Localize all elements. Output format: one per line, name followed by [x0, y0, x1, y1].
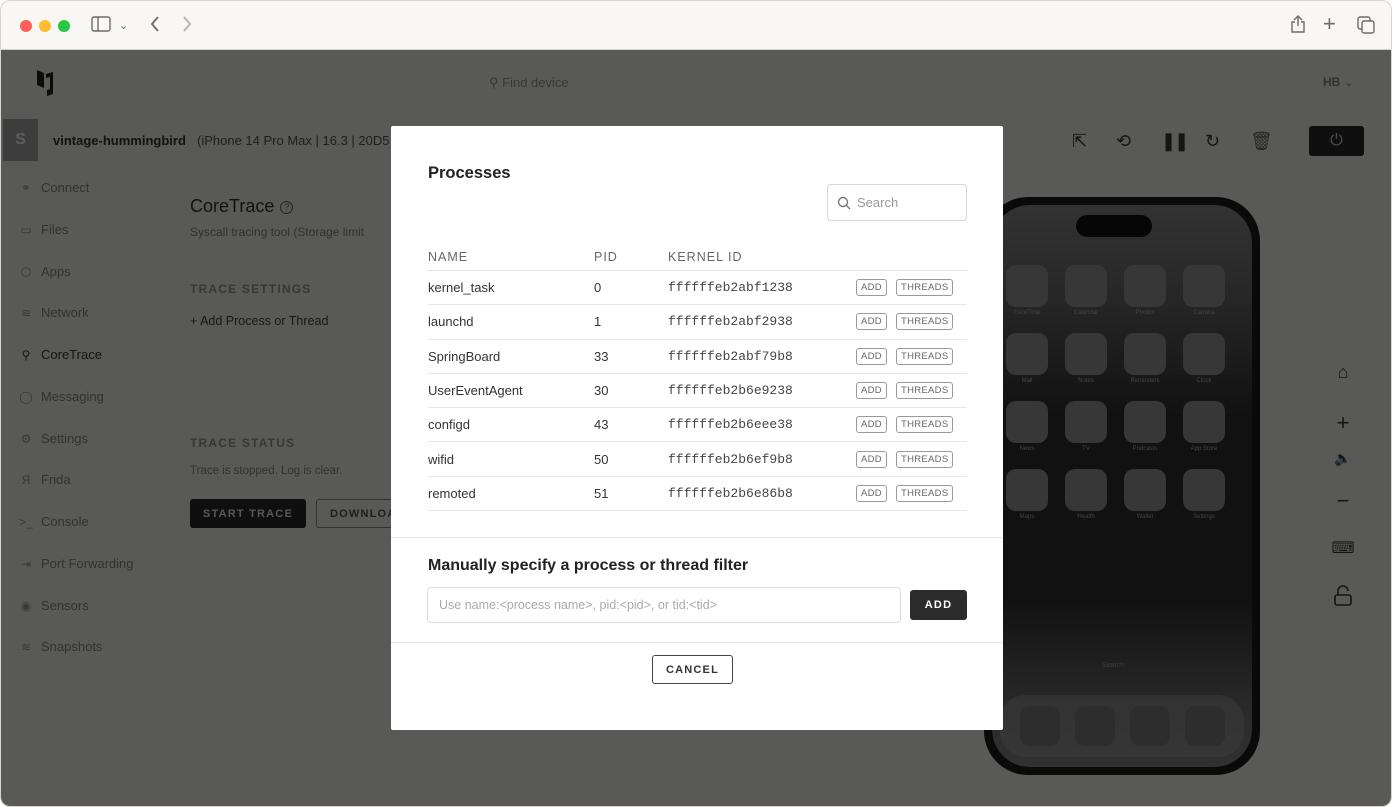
- table-row: wifid 50 ffffffeb2b6ef9b8 ADD THREADS: [428, 442, 967, 477]
- sidebar-icon[interactable]: [91, 16, 111, 36]
- process-table: NAME PID KERNEL ID kernel_task 0 ffffffeb2…: [428, 244, 967, 512]
- process-name: UserEventAgent: [428, 383, 523, 399]
- table-header: NAME PID KERNEL ID: [428, 244, 967, 271]
- add-process-button[interactable]: ADD: [856, 450, 887, 468]
- process-kernel-id: ffffffeb2b6e9238: [668, 383, 793, 399]
- table-row: UserEventAgent 30 ffffffeb2b6e9238 ADD THREA…: [428, 374, 967, 409]
- add-process-button[interactable]: ADD: [856, 382, 887, 400]
- share-icon[interactable]: [1290, 14, 1306, 38]
- process-search-input[interactable]: [857, 195, 957, 210]
- column-header-kernel-id: KERNEL ID: [668, 250, 743, 264]
- process-name: SpringBoard: [428, 348, 501, 364]
- divider: [391, 537, 1003, 538]
- back-icon[interactable]: [149, 15, 161, 37]
- process-name: wifid: [428, 451, 455, 467]
- process-name: kernel_task: [428, 280, 495, 296]
- processes-dialog: Processes NAME PID KERNEL ID kernel_task…: [391, 126, 1003, 730]
- add-process-button[interactable]: ADD: [856, 416, 887, 434]
- process-pid: 51: [594, 485, 609, 501]
- column-header-name: NAME: [428, 250, 469, 264]
- process-kernel-id: ffffffeb2abf2938: [668, 314, 793, 330]
- minimize-window-button[interactable]: [39, 20, 51, 32]
- maximize-window-button[interactable]: [58, 20, 70, 32]
- tabs-overview-icon[interactable]: [1357, 16, 1375, 38]
- browser-toolbar: ⌄ +: [1, 1, 1391, 50]
- process-kernel-id: ffffffeb2b6e86b8: [668, 485, 793, 501]
- table-row: launchd 1 ffffffeb2abf2938 ADD THREADS: [428, 305, 967, 340]
- threads-button[interactable]: THREADS: [895, 450, 954, 468]
- threads-button[interactable]: THREADS: [895, 484, 954, 502]
- process-pid: 30: [594, 383, 609, 399]
- search-icon: [837, 196, 851, 209]
- process-kernel-id: ffffffeb2abf1238: [668, 280, 793, 296]
- table-row: SpringBoard 33 ffffffeb2abf79b8 ADD THREADS: [428, 340, 967, 374]
- process-name: remoted: [428, 485, 476, 501]
- process-kernel-id: ffffffeb2b6eee38: [668, 417, 793, 433]
- process-name: configd: [428, 417, 470, 433]
- process-pid: 50: [594, 451, 609, 467]
- browser-window: ⌄ + ⚲ Find device HB ⌄ S vintage-humming…: [0, 0, 1392, 807]
- manual-filter-title: Manually specify a process or thread fil…: [428, 557, 749, 574]
- table-row: kernel_task 0 ffffffeb2abf1238 ADD THREADS: [428, 271, 967, 306]
- process-kernel-id: ffffffeb2abf79b8: [668, 348, 793, 364]
- table-row: remoted 51 ffffffeb2b6e86b8 ADD THREADS: [428, 477, 967, 512]
- threads-button[interactable]: THREADS: [895, 416, 954, 434]
- cancel-button[interactable]: CANCEL: [652, 655, 733, 684]
- threads-button[interactable]: THREADS: [895, 279, 954, 297]
- process-pid: 0: [594, 280, 602, 296]
- add-process-button[interactable]: ADD: [856, 347, 887, 365]
- threads-button[interactable]: THREADS: [895, 347, 954, 365]
- forward-icon[interactable]: [181, 15, 193, 37]
- table-row: configd 43 ffffffeb2b6eee38 ADD THREADS: [428, 408, 967, 443]
- process-name: launchd: [428, 314, 474, 330]
- add-process-button[interactable]: ADD: [856, 484, 887, 502]
- new-tab-icon[interactable]: +: [1323, 13, 1336, 35]
- add-process-button[interactable]: ADD: [856, 279, 887, 297]
- process-search[interactable]: [827, 184, 967, 221]
- column-header-pid: PID: [594, 250, 618, 264]
- process-pid: 33: [594, 348, 609, 364]
- manual-add-button[interactable]: ADD: [910, 590, 967, 620]
- process-pid: 43: [594, 417, 609, 433]
- close-window-button[interactable]: [20, 20, 32, 32]
- chevron-down-icon[interactable]: ⌄: [119, 16, 128, 36]
- manual-filter-input[interactable]: [427, 587, 901, 623]
- dialog-title: Processes: [428, 164, 511, 182]
- process-kernel-id: ffffffeb2b6ef9b8: [668, 451, 793, 467]
- add-process-button[interactable]: ADD: [856, 313, 887, 331]
- process-pid: 1: [594, 314, 602, 330]
- threads-button[interactable]: THREADS: [895, 313, 954, 331]
- threads-button[interactable]: THREADS: [895, 382, 954, 400]
- divider: [391, 642, 1003, 643]
